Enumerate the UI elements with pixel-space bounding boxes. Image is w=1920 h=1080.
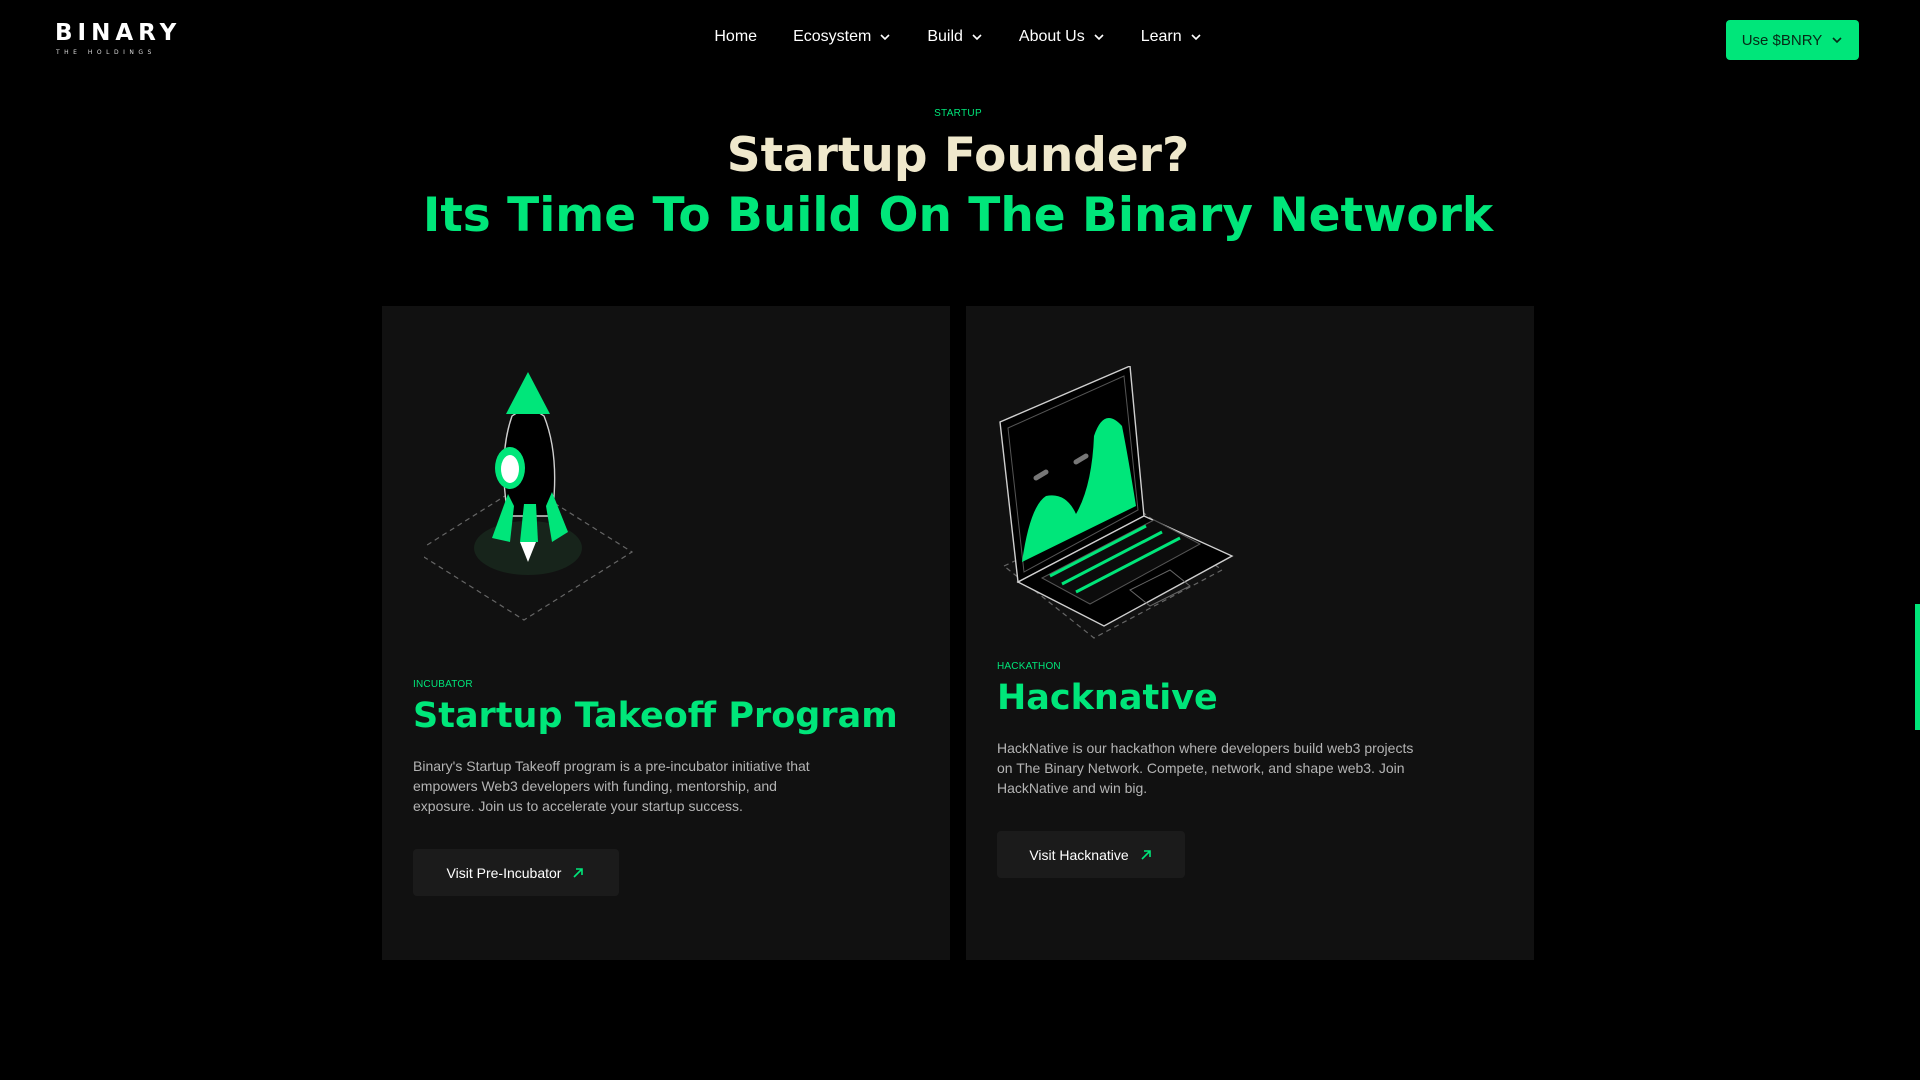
- hero-subtitle: Its Time To Build On The Binary Network: [422, 188, 1494, 243]
- arrow-up-right-icon: [573, 867, 584, 878]
- nav-item-label: About Us: [1018, 28, 1085, 45]
- cta-label: Use $BNRY: [1741, 31, 1823, 49]
- card-description: HackNative is our hackathon where develo…: [997, 740, 1414, 796]
- visit-pre-incubator-button[interactable]: Visit Pre-Incubator: [413, 849, 619, 896]
- card-description: Binary's Startup Takeoff program is a pr…: [413, 758, 810, 814]
- card-tag: HACKATHON: [997, 661, 1061, 672]
- visit-hacknative-button[interactable]: Visit Hacknative: [997, 831, 1185, 878]
- hero-title: Startup Founder?: [726, 128, 1190, 183]
- brand-tagline: THE HOLDINGS: [56, 49, 156, 56]
- chevron-down-icon: [1094, 34, 1104, 41]
- hackathon-card: HACKATHON Hacknative HackNative is our h…: [966, 306, 1534, 960]
- nav-item-about-us[interactable]: About Us: [1019, 28, 1105, 46]
- incubator-card: INCUBATOR Startup Takeoff Program Binary…: [382, 306, 950, 960]
- card-title: Startup Takeoff Program: [413, 696, 898, 736]
- rocket-icon: [424, 372, 634, 621]
- scrollbar-thumb[interactable]: [1915, 604, 1920, 730]
- nav-item-learn[interactable]: Learn: [1141, 28, 1202, 46]
- nav-item-label: Ecosystem: [793, 28, 872, 45]
- chevron-down-icon: [1191, 34, 1201, 41]
- button-label: Visit Hacknative: [1029, 846, 1129, 863]
- chevron-down-icon: [880, 34, 890, 41]
- nav-item-ecosystem[interactable]: Ecosystem: [793, 28, 891, 46]
- chevron-down-icon: [1832, 37, 1842, 44]
- nav-item-label: Home: [714, 28, 758, 45]
- use-bnry-button[interactable]: Use $BNRY: [1726, 20, 1859, 60]
- section-eyebrow: STARTUP: [934, 108, 982, 119]
- laptop-icon: [999, 366, 1234, 639]
- nav-item-label: Build: [927, 28, 963, 45]
- button-label: Visit Pre-Incubator: [446, 864, 562, 881]
- main-nav: Home Ecosystem Build About Us Learn: [0, 28, 1920, 46]
- card-tag: INCUBATOR: [413, 679, 473, 690]
- card-title: Hacknative: [997, 678, 1218, 718]
- nav-item-home[interactable]: Home: [714, 28, 757, 46]
- nav-item-label: Learn: [1140, 28, 1182, 45]
- nav-item-build[interactable]: Build: [927, 28, 983, 46]
- chevron-down-icon: [972, 34, 982, 41]
- arrow-up-right-icon: [1141, 849, 1151, 860]
